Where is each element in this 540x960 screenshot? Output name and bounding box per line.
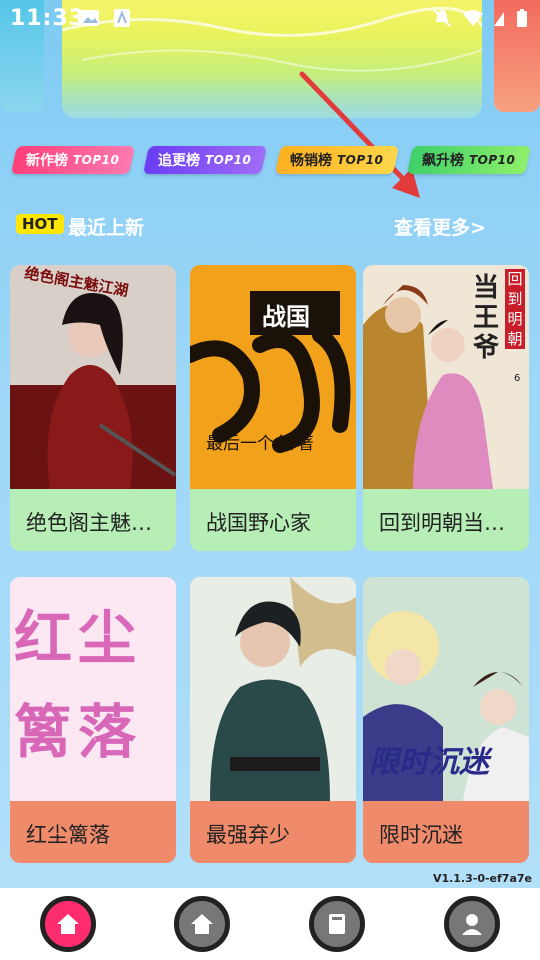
cover-volume-number: 6 <box>514 373 521 384</box>
home-icon <box>191 914 213 934</box>
rank-sub: TOP10 <box>73 153 120 167</box>
cover-title-text: 红尘篱落 <box>14 604 143 766</box>
book-title: 绝色阁主魅… <box>10 489 176 551</box>
book-card[interactable]: 绝色阁主魅江湖 绝色阁主魅… <box>10 265 176 551</box>
book-card[interactable]: 战国 最后一个名/著 战国野心家 <box>190 265 356 551</box>
section-header: HOT 最近上新 查看更多> <box>14 210 524 244</box>
book-card[interactable]: 限时沉迷 限时沉迷 <box>363 577 529 863</box>
tab-home-active[interactable] <box>40 896 96 952</box>
book-cover: 限时沉迷 <box>363 577 529 801</box>
rank-label: 新作榜 <box>26 153 69 169</box>
book-card[interactable]: 红尘篱落 红尘篱落 <box>10 577 176 863</box>
app-notification-icon <box>114 9 130 27</box>
book-title: 战国野心家 <box>190 489 356 551</box>
book-cover: 绝色阁主魅江湖 <box>10 265 176 489</box>
rank-label: 追更榜 <box>158 153 201 169</box>
rank-sub: TOP10 <box>337 153 384 167</box>
book-cover <box>190 577 356 801</box>
book-title: 最强弃少 <box>190 801 356 863</box>
home-icon <box>57 914 79 934</box>
version-label: V1.1.3-0-ef7a7e <box>432 872 532 885</box>
rank-sub: TOP10 <box>205 153 252 167</box>
rank-buttons: 新作榜 TOP10 追更榜 TOP10 畅销榜 TOP10 飙升榜 TOP10 <box>11 146 532 176</box>
signal-icon <box>494 12 504 26</box>
book-cover: 当王爷 回到明朝 6 <box>363 265 529 489</box>
rank-label: 畅销榜 <box>290 153 333 169</box>
battery-icon <box>517 9 527 27</box>
book-icon <box>329 914 345 934</box>
see-more-link[interactable]: 查看更多> <box>394 213 486 240</box>
book-cover: 红尘篱落 <box>10 577 176 801</box>
rank-label: 飙升榜 <box>422 153 465 169</box>
tab-home[interactable] <box>174 896 230 952</box>
bottom-tab-bar <box>0 888 540 960</box>
book-card[interactable]: 最强弃少 <box>190 577 356 863</box>
rank-follow-button[interactable]: 追更榜 TOP10 <box>143 146 267 174</box>
book-card[interactable]: 当王爷 回到明朝 6 回到明朝当… <box>363 265 529 551</box>
rank-new-button[interactable]: 新作榜 TOP10 <box>11 146 135 174</box>
cover-author-text: 最后一个名/著 <box>206 434 314 454</box>
cover-title-text: 当王爷 <box>473 273 500 363</box>
tab-profile[interactable] <box>444 896 500 952</box>
user-icon <box>462 914 482 935</box>
status-time: 11:33 <box>10 6 86 31</box>
rank-bestseller-button[interactable]: 畅销榜 TOP10 <box>275 146 399 174</box>
status-bar: 11:33 <box>0 0 540 36</box>
image-notification-icon <box>81 10 99 26</box>
tab-bookshelf[interactable] <box>309 896 365 952</box>
wifi-icon <box>463 10 483 26</box>
book-title: 红尘篱落 <box>10 801 176 863</box>
cover-title-text: 限时沉迷 <box>369 745 489 780</box>
cover-side-text: 回到明朝 <box>505 269 525 349</box>
book-title: 限时沉迷 <box>363 801 529 863</box>
section-title: 最近上新 <box>68 217 145 239</box>
rank-rising-button[interactable]: 飙升榜 TOP10 <box>407 146 531 174</box>
rank-sub: TOP10 <box>469 153 516 167</box>
book-cover: 战国 最后一个名/著 <box>190 265 356 489</box>
cover-title-text: 战国 <box>262 302 310 331</box>
hot-badge: HOT <box>16 214 64 234</box>
book-title: 回到明朝当… <box>363 489 529 551</box>
mute-bell-icon <box>433 9 451 27</box>
